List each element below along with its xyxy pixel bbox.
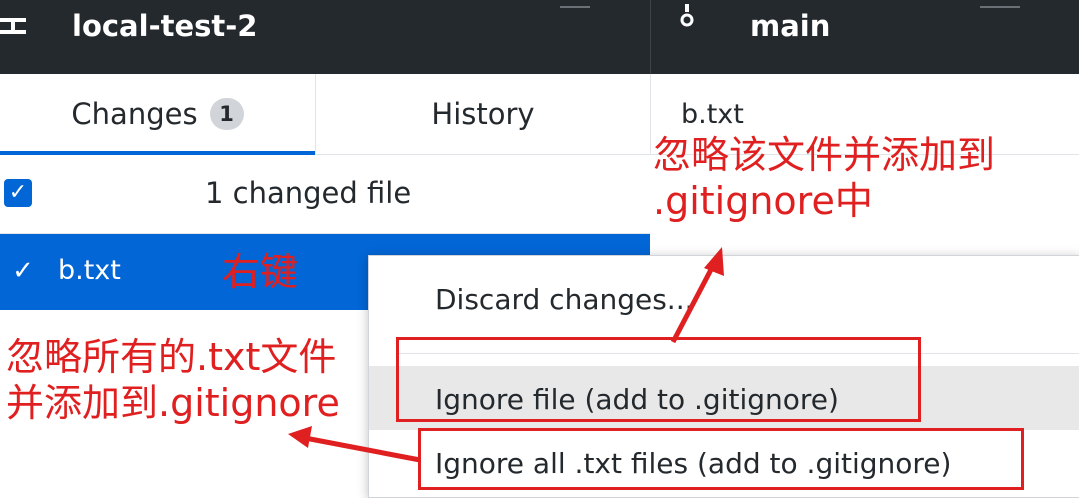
annotation-line: 忽略该文件并添加到: [653, 133, 996, 177]
highlight-box-ignore-file: [396, 337, 921, 422]
tab-history[interactable]: History: [316, 74, 650, 154]
annotation-line: .gitignore中: [653, 179, 873, 223]
tab-changes[interactable]: Changes 1: [0, 74, 315, 154]
toolbar-edge-line: [980, 6, 1020, 8]
annotation-right-click: 右键: [222, 250, 299, 294]
changes-history-tabs: Changes 1 History: [0, 74, 650, 155]
tab-changes-label: Changes: [71, 97, 198, 131]
git-branch-icon: [680, 4, 694, 27]
current-branch-name[interactable]: main: [750, 6, 830, 46]
menu-item-discard-changes[interactable]: Discard changes...: [369, 280, 1079, 330]
select-all-checkbox[interactable]: ✓: [4, 179, 32, 207]
toolbar-divider: [650, 0, 651, 74]
annotation-ignore-all: 忽略所有的.txt文件 并添加到.gitignore: [6, 334, 340, 426]
diff-file-name: b.txt: [681, 99, 744, 130]
changed-file-name: b.txt: [58, 255, 121, 286]
app-toolbar: local-test-2 main: [0, 0, 1079, 74]
annotation-line: 并添加到.gitignore: [6, 381, 340, 425]
changed-files-count: 1 changed file: [205, 176, 412, 210]
annotation-ignore-file: 忽略该文件并添加到 .gitignore中: [653, 132, 995, 224]
changes-count-badge: 1: [209, 98, 244, 130]
changed-files-summary: ✓ 1 changed file: [0, 155, 650, 234]
menu-item-label: Discard changes...: [435, 283, 694, 316]
tab-history-label: History: [431, 97, 535, 131]
toolbar-edge-line: [560, 6, 590, 8]
file-include-checkbox[interactable]: ✓: [8, 256, 38, 286]
current-repository-name[interactable]: local-test-2: [72, 6, 257, 46]
highlight-box-ignore-all: [418, 428, 1024, 490]
repository-icon: [0, 18, 26, 34]
annotation-line: 忽略所有的.txt文件: [6, 335, 337, 379]
arrowhead-icon: [288, 426, 312, 448]
